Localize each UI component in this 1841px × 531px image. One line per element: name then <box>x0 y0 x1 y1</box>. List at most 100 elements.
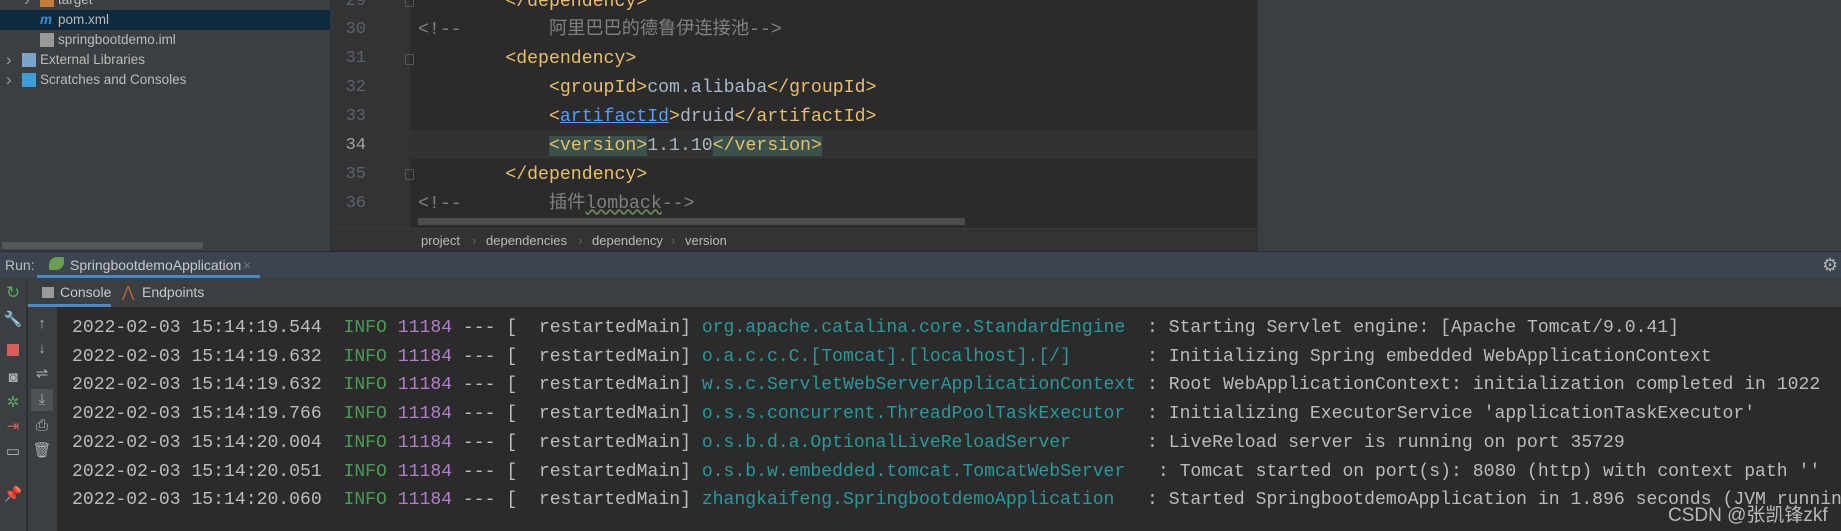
line-number: 31 <box>345 49 366 69</box>
chevron-right-icon[interactable]: › <box>24 0 30 10</box>
log-thread: [ restartedMain] <box>506 318 691 338</box>
log-pid: 11184 <box>397 461 453 482</box>
code-line[interactable]: <groupId>com.alibaba</groupId> <box>418 74 876 103</box>
code-line[interactable]: <dependency> <box>418 45 636 74</box>
breadcrumb-separator-icon: › <box>671 233 676 248</box>
close-icon[interactable]: × <box>243 252 251 278</box>
log-pid: 11184 <box>397 346 453 367</box>
project-tree-scrollbar[interactable] <box>2 242 203 249</box>
log-line: 2022-02-03 15:14:20.004 INFO 11184 --- [… <box>72 429 1625 457</box>
log-logger: o.s.b.d.a.OptionalLiveReloadServer <box>701 432 1137 453</box>
tab-endpoints-label: Endpoints <box>142 284 205 300</box>
arrow-down-icon[interactable]: ↓ <box>31 340 53 358</box>
log-sep: --- <box>462 375 496 396</box>
log-sep: --- <box>462 404 496 425</box>
tree-item[interactable]: springbootdemo.iml <box>0 30 330 50</box>
code-line[interactable]: <version>1.1.10</version> <box>418 132 822 161</box>
log-msg: : Tomcat started on port(s): 8080 (http)… <box>1157 461 1821 482</box>
breadcrumb-item[interactable]: dependencies <box>486 229 567 252</box>
tree-item[interactable]: › Scratches and Consoles <box>0 70 330 90</box>
log-line: 2022-02-03 15:14:20.051 INFO 11184 --- [… <box>72 458 1820 486</box>
tree-item-label: External Libraries <box>40 52 146 67</box>
gear-icon[interactable]: ⚙ <box>1822 252 1838 278</box>
tab-endpoints[interactable]: ⋀ Endpoints <box>122 278 222 307</box>
log-line: 2022-02-03 15:14:19.544 INFO 11184 --- [… <box>72 314 1679 342</box>
scroll-to-end-icon[interactable]: ⤓ <box>31 389 53 411</box>
breadcrumb-separator-icon: › <box>472 233 477 248</box>
log-logger: o.s.b.w.embedded.tomcat.TomcatWebServer <box>701 461 1147 482</box>
log-logger: o.a.c.c.C.[Tomcat].[localhost].[/] <box>701 346 1137 367</box>
code-editor[interactable]: 29 </dependency> 30 <!-- 阿里巴巴的德鲁伊连接池--> 31 … <box>330 0 1257 228</box>
run-tab[interactable]: SpringbootdemoApplication × <box>37 252 260 278</box>
log-msg: : LiveReload server is running on port 3… <box>1147 432 1625 453</box>
log-level: INFO <box>343 490 387 511</box>
chevron-right-icon[interactable]: › <box>6 70 12 90</box>
watermark: CSDN @张凯锋zkf <box>1668 505 1828 526</box>
log-thread: [ restartedMain] <box>506 375 691 396</box>
code-token: druid <box>679 107 735 128</box>
code-token: --> <box>661 193 695 214</box>
code-line[interactable]: <!-- 插件lomback--> <box>418 190 695 219</box>
tab-console[interactable]: Console <box>28 278 111 307</box>
tree-item-label: pom.xml <box>58 12 110 27</box>
console-tabs: Console ⋀ Endpoints <box>0 278 1841 307</box>
code-line[interactable]: </dependency> <box>418 161 647 190</box>
wrench-icon[interactable]: 🔧 <box>2 311 24 329</box>
debug-icon[interactable]: ✲ <box>2 394 24 412</box>
code-token: <groupId> <box>418 78 648 99</box>
code-token: <dependency> <box>418 49 637 70</box>
tree-item[interactable]: › target <box>0 0 330 10</box>
stop-icon[interactable] <box>2 343 24 361</box>
code-line[interactable]: <artifactId>druid</artifactId> <box>418 103 876 132</box>
arrow-up-icon[interactable]: ↑ <box>31 315 53 333</box>
editor-horizontal-scrollbar[interactable] <box>418 218 965 225</box>
log-sep: --- <box>462 318 496 338</box>
folder-icon <box>40 0 54 7</box>
soft-wrap-icon[interactable]: ⇌ <box>31 365 53 383</box>
breadcrumb-item[interactable]: dependency <box>592 229 663 252</box>
log-msg: : Starting Servlet engine: [Apache Tomca… <box>1147 318 1680 338</box>
tree-item[interactable]: m pom.xml <box>0 10 330 30</box>
fold-marker-icon[interactable] <box>405 0 414 7</box>
log-ts: 2022-02-03 15:14:19.544 <box>72 318 322 338</box>
log-line: 2022-02-03 15:14:19.766 INFO 11184 --- [… <box>72 400 1755 428</box>
run-label: Run: <box>5 257 35 273</box>
console-toolbar: ↑ ↓ ⇌ ⤓ ⎙ 🗑 <box>28 307 57 531</box>
log-level: INFO <box>343 318 387 338</box>
layout-icon[interactable]: ▭ <box>2 443 24 461</box>
chevron-right-icon[interactable]: › <box>6 50 12 70</box>
log-ts: 2022-02-03 15:14:20.051 <box>72 461 322 482</box>
code-token: artifactId <box>559 107 670 128</box>
line-number: 30 <box>345 20 366 40</box>
fold-marker-icon[interactable] <box>405 53 414 65</box>
breadcrumb-item[interactable]: version <box>685 229 727 252</box>
log-pid: 11184 <box>397 375 453 396</box>
trash-icon[interactable]: 🗑 <box>31 442 53 460</box>
empty-side-panel <box>1257 0 1841 251</box>
tree-item[interactable]: › External Libraries <box>0 50 330 70</box>
code-line[interactable]: </dependency> <box>418 0 647 17</box>
code-token: </version> <box>712 136 822 156</box>
print-icon[interactable]: ⎙ <box>31 417 53 435</box>
console-output[interactable]: 2022-02-03 15:14:19.544 INFO 11184 --- [… <box>57 307 1841 531</box>
log-thread: [ restartedMain] <box>506 346 691 367</box>
log-level: INFO <box>343 404 387 425</box>
code-token: <!-- 插件 <box>418 193 586 214</box>
log-ts: 2022-02-03 15:14:19.632 <box>72 346 322 367</box>
code-token: </dependency> <box>418 0 648 12</box>
log-line: 2022-02-03 15:14:19.632 INFO 11184 --- [… <box>72 371 1820 399</box>
log-line: 2022-02-03 15:14:19.632 INFO 11184 --- [… <box>72 343 1712 371</box>
log-pid: 11184 <box>397 432 453 453</box>
pin-icon[interactable]: 📌 <box>2 486 24 504</box>
log-line: 2022-02-03 15:14:20.060 INFO 11184 --- [… <box>72 486 1841 514</box>
tree-item-label: Scratches and Consoles <box>40 72 187 87</box>
code-line[interactable]: <!-- 阿里巴巴的德鲁伊连接池--> <box>418 16 782 45</box>
fold-marker-icon[interactable] <box>405 169 414 181</box>
rerun-icon[interactable]: ↻ <box>2 284 24 302</box>
breadcrumb-item[interactable]: project <box>421 229 460 252</box>
exit-icon[interactable]: ⇥ <box>2 418 24 436</box>
module-file-icon <box>40 33 54 47</box>
log-msg: : Initializing Spring embedded WebApplic… <box>1147 346 1712 367</box>
log-level: INFO <box>343 375 387 396</box>
camera-icon[interactable]: ◙ <box>2 369 24 387</box>
